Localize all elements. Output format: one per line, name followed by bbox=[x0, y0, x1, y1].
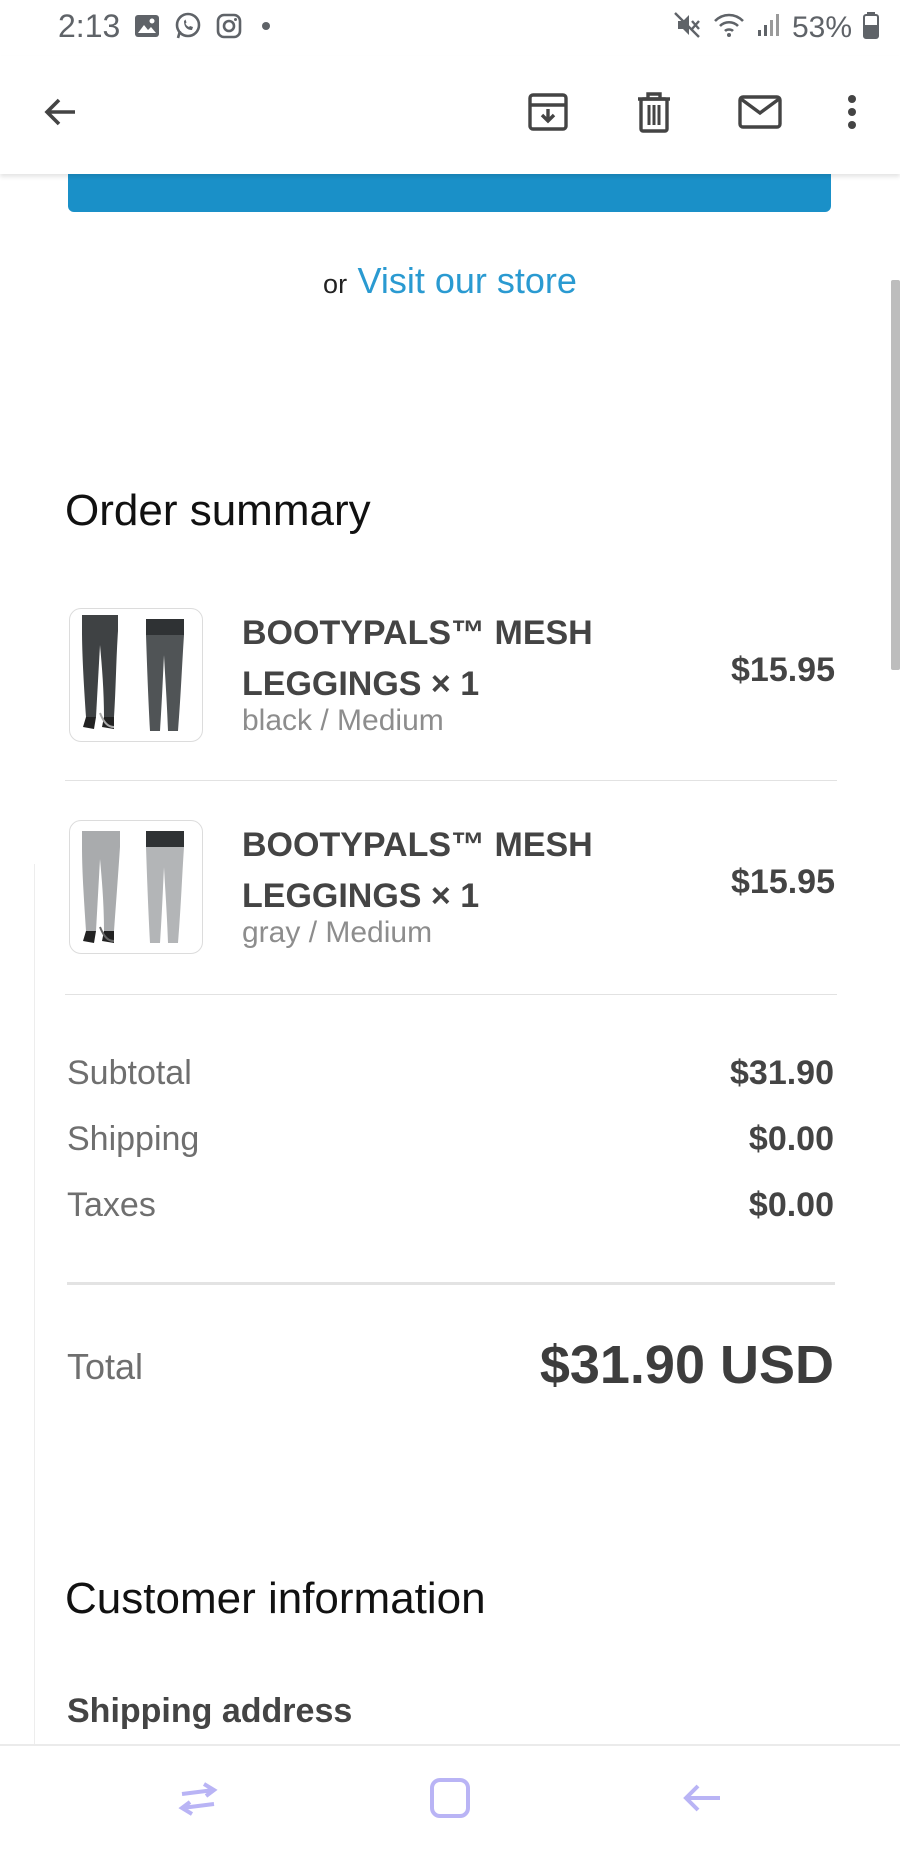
total-divider bbox=[67, 1282, 835, 1285]
product-variant: gray / Medium bbox=[242, 916, 433, 949]
whatsapp-icon bbox=[174, 12, 202, 45]
status-time: 2:13 bbox=[58, 8, 121, 44]
taxes-value: $0.00 bbox=[748, 1186, 834, 1224]
more-options-button[interactable] bbox=[824, 86, 880, 142]
customer-information-title: Customer information bbox=[65, 1574, 486, 1623]
subtotal-label: Subtotal bbox=[67, 1054, 192, 1092]
mail-icon bbox=[736, 90, 784, 139]
view-order-button[interactable] bbox=[68, 174, 831, 212]
instagram-icon bbox=[216, 13, 242, 44]
subtotal-value: $31.90 bbox=[730, 1054, 834, 1092]
battery-icon bbox=[862, 10, 880, 45]
mute-icon bbox=[672, 10, 702, 45]
archive-icon bbox=[526, 90, 570, 139]
shipping-label: Shipping bbox=[67, 1120, 200, 1158]
product-thumbnail bbox=[69, 608, 203, 742]
item-divider bbox=[65, 780, 837, 781]
archive-button[interactable] bbox=[520, 86, 576, 142]
taxes-label: Taxes bbox=[67, 1186, 156, 1224]
item-divider bbox=[65, 994, 837, 995]
shipping-value: $0.00 bbox=[748, 1120, 834, 1158]
product-title: BOOTYPALS™ MESH LEGGINGS × 1 bbox=[242, 820, 662, 922]
status-icons-left bbox=[134, 12, 276, 45]
product-thumbnail bbox=[69, 820, 203, 954]
visit-store-line: or Visit our store bbox=[0, 260, 900, 302]
email-body: or Visit our store Order summary BOOTYPA… bbox=[0, 174, 900, 1744]
home-button[interactable] bbox=[420, 1772, 480, 1828]
scrollbar[interactable] bbox=[891, 280, 900, 670]
status-icons-right: 53% bbox=[672, 10, 880, 45]
back-button[interactable] bbox=[32, 86, 88, 142]
recents-button[interactable] bbox=[168, 1772, 228, 1828]
total-value: $31.90 USD bbox=[539, 1335, 834, 1395]
delete-icon bbox=[632, 90, 676, 139]
home-icon bbox=[428, 1776, 472, 1825]
battery-percent: 53% bbox=[791, 10, 852, 44]
product-title-line-1: BOOTYPALS™ MESH bbox=[242, 614, 593, 652]
product-title-line-2: LEGGINGS × 1 bbox=[242, 665, 480, 703]
dot-icon bbox=[256, 13, 276, 44]
total-label: Total bbox=[67, 1346, 144, 1387]
shipping-address-label: Shipping address bbox=[67, 1692, 353, 1730]
system-nav-bar bbox=[0, 1744, 900, 1852]
line-item[interactable]: BOOTYPALS™ MESH LEGGINGS × 1 gray / Medi… bbox=[65, 820, 835, 1020]
or-text: or bbox=[323, 269, 348, 299]
recents-icon bbox=[174, 1776, 222, 1825]
product-title-line-1: BOOTYPALS™ MESH bbox=[242, 826, 593, 864]
signal-icon bbox=[756, 11, 782, 44]
more-vert-icon bbox=[842, 90, 862, 139]
delete-button[interactable] bbox=[626, 86, 682, 142]
product-price: $15.95 bbox=[731, 651, 835, 689]
mark-unread-button[interactable] bbox=[732, 86, 788, 142]
order-summary-title: Order summary bbox=[65, 486, 371, 535]
gallery-icon bbox=[134, 13, 160, 44]
status-bar: 2:13 53% bbox=[0, 0, 900, 56]
product-title-line-2: LEGGINGS × 1 bbox=[242, 877, 480, 915]
back-arrow-icon bbox=[40, 92, 80, 137]
visit-store-link[interactable]: Visit our store bbox=[358, 260, 577, 301]
product-variant: black / Medium bbox=[242, 704, 444, 737]
system-back-button[interactable] bbox=[672, 1772, 732, 1828]
product-price: $15.95 bbox=[731, 863, 835, 901]
line-item[interactable]: BOOTYPALS™ MESH LEGGINGS × 1 black / Med… bbox=[65, 608, 835, 808]
content-border bbox=[34, 864, 35, 1744]
wifi-icon bbox=[712, 10, 746, 45]
email-toolbar bbox=[0, 56, 900, 174]
back-icon bbox=[678, 1778, 726, 1823]
product-title: BOOTYPALS™ MESH LEGGINGS × 1 bbox=[242, 608, 662, 710]
